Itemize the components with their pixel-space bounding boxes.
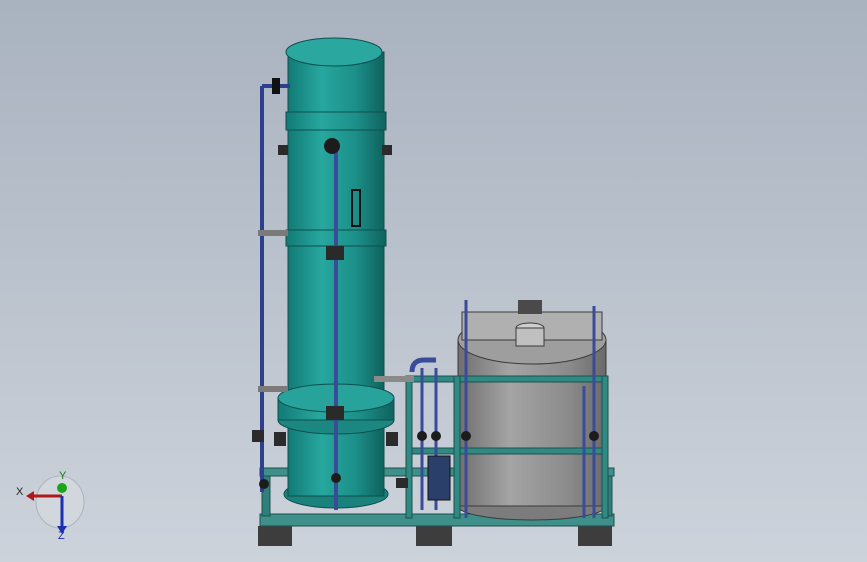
z-axis-label: Z [58,530,65,542]
y-axis-label: Y [59,470,67,482]
cad-viewport[interactable] [0,0,867,562]
y-axis-dot [57,483,67,493]
x-axis-label: X [16,486,24,498]
orientation-triad [26,475,85,534]
